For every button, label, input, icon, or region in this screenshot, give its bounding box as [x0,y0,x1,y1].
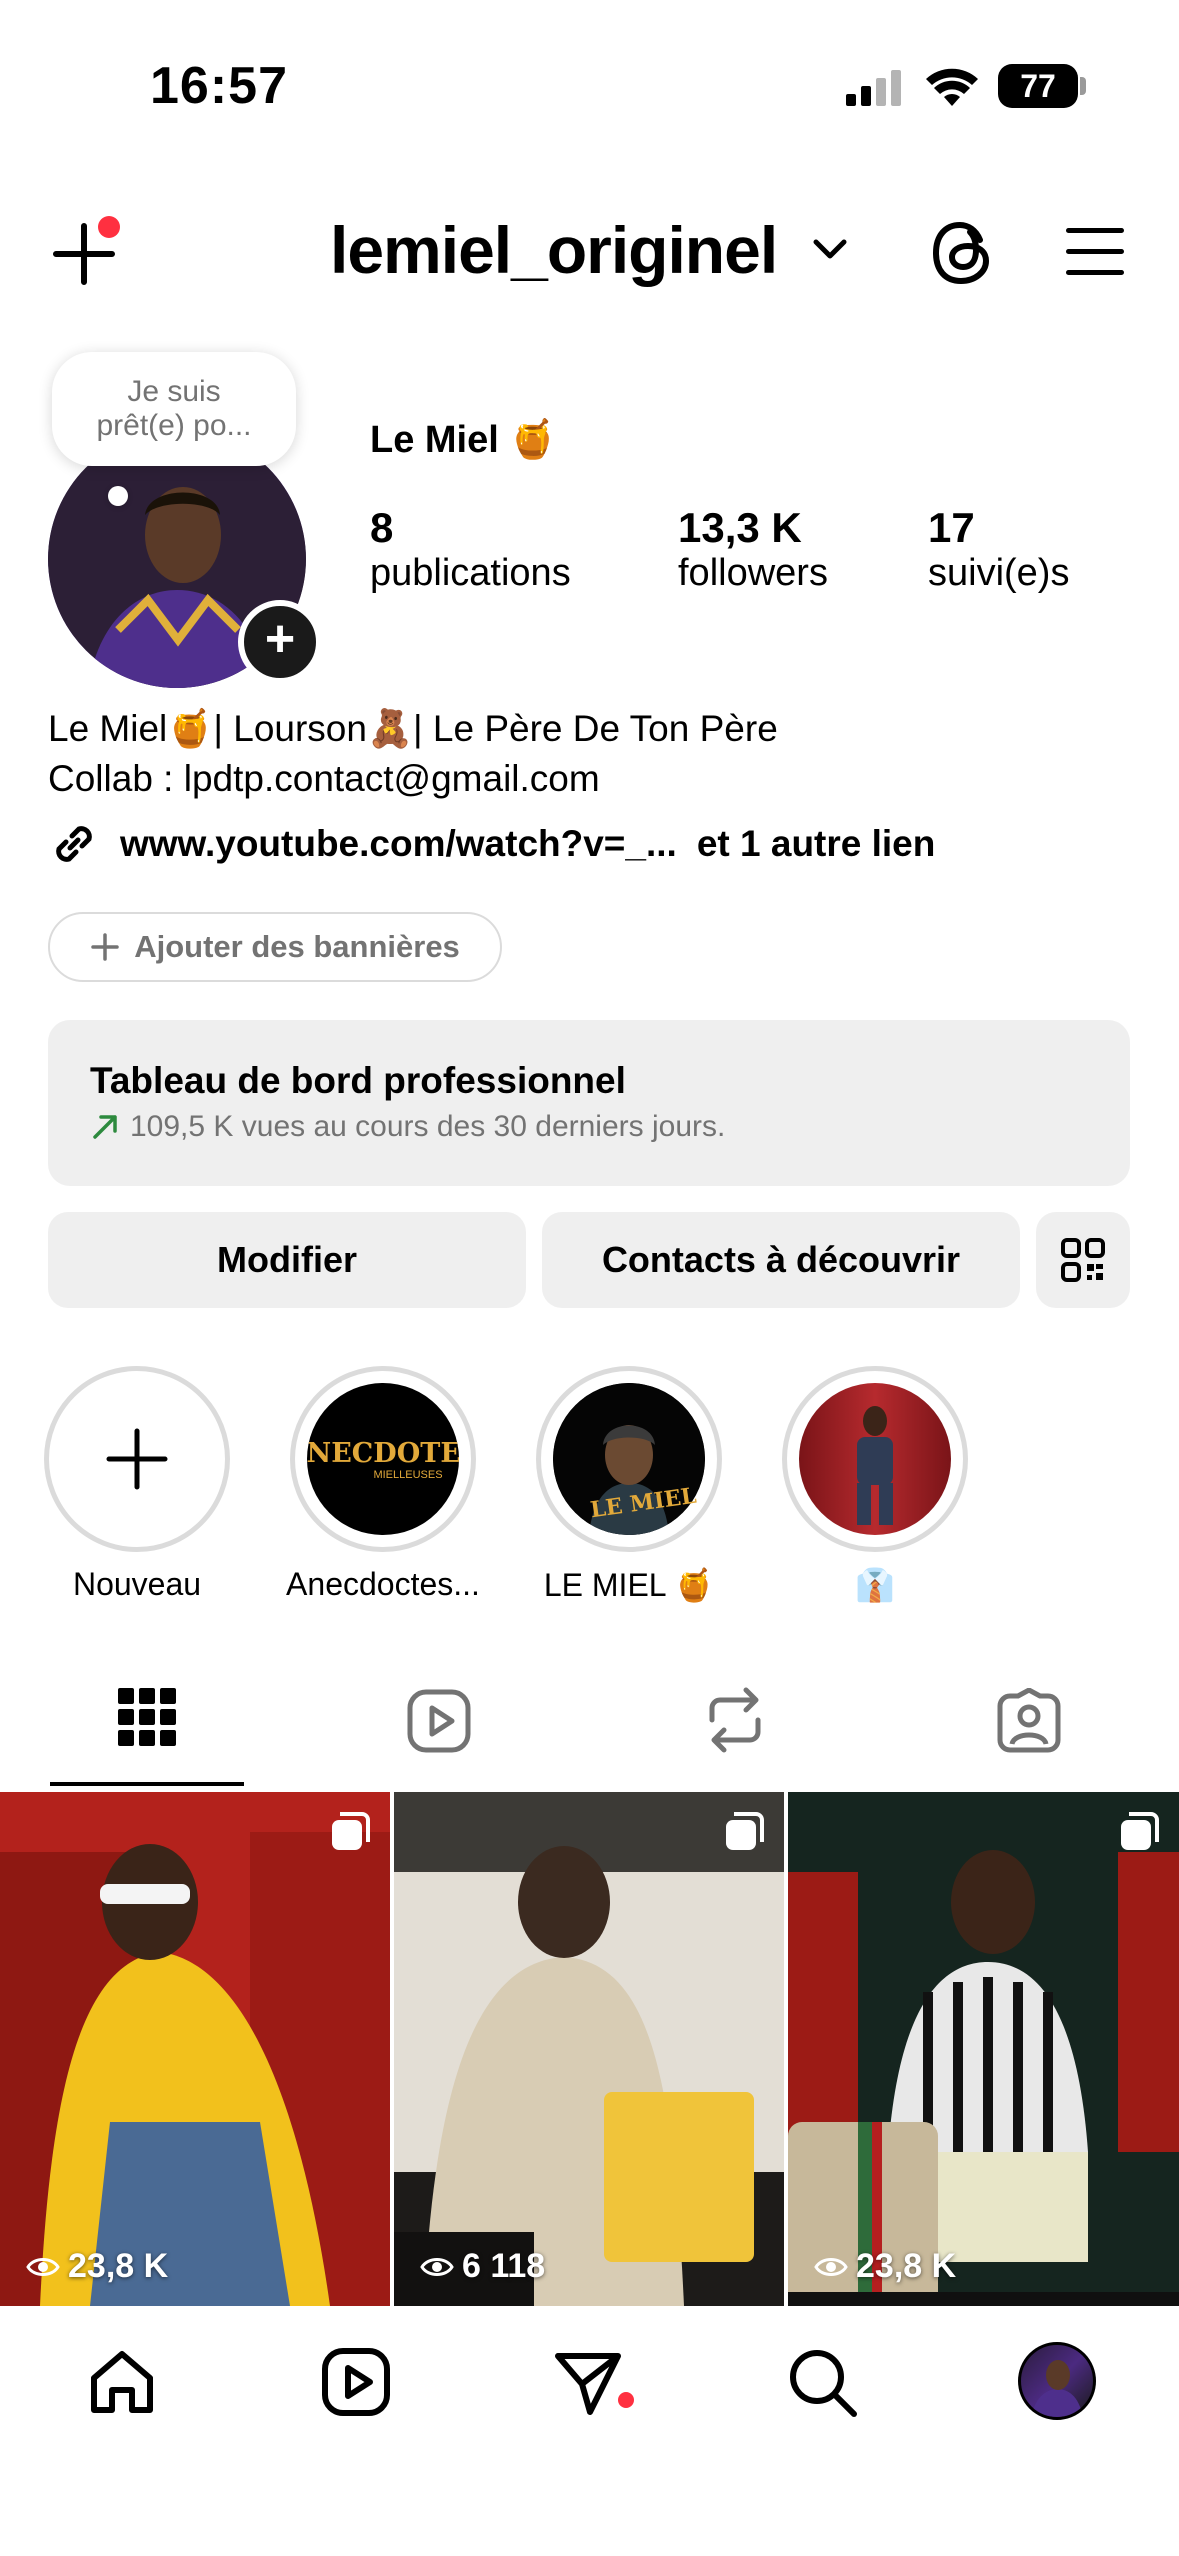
add-story-button[interactable]: + [238,600,322,684]
reels-icon [406,1688,472,1754]
highlight-cover-text: ANECDOTES [307,1437,459,1469]
dashboard-title: Tableau de bord professionnel [90,1060,626,1101]
carousel-icon [330,1812,370,1852]
highlight-outfit[interactable] [782,1366,968,1552]
note-bubble-tail [108,486,128,506]
stat-value: 8 [370,504,394,551]
eye-icon [26,2254,60,2280]
dashboard-subtitle: 109,5 K vues au cours des 30 derniers jo… [130,1110,726,1143]
reels-icon [320,2346,392,2418]
tab-reposts[interactable] [704,1686,766,1754]
active-tab-indicator [50,1782,244,1786]
highlight-anecdotes[interactable]: ANECDOTES MIELLEUSES [290,1366,476,1552]
discover-contacts-button[interactable]: Contacts à découvrir [542,1212,1020,1308]
stat-publications[interactable]: 8 publications [370,504,571,595]
tab-grid[interactable] [118,1688,176,1746]
views-count: 6 118 [462,2247,546,2285]
edit-profile-button[interactable]: Modifier [48,1212,526,1308]
stat-value: 13,3 K [678,504,802,551]
chevron-down-icon[interactable] [812,238,848,262]
threads-icon[interactable] [930,218,996,288]
stat-following[interactable]: 17 suivi(e)s [928,504,1069,595]
note-line-1: Je suis [127,375,221,408]
link-more: et 1 autre lien [696,823,936,864]
highlight-label: Nouveau [72,1566,202,1602]
nav-home[interactable] [86,2346,158,2418]
home-icon [86,2346,158,2418]
grid-icon [118,1688,176,1746]
account-switcher[interactable]: lemiel_originel [330,212,778,288]
views-count: 23,8 K [68,2247,169,2285]
username: lemiel_originel [330,213,778,287]
nav-profile-avatar[interactable] [1018,2342,1096,2420]
stat-label: followers [678,552,828,594]
add-banners-label: Ajouter des bannières [134,929,460,964]
battery-tip [1080,77,1086,95]
post-tile[interactable]: 6 118 [394,1792,784,2306]
wifi-icon [924,66,980,108]
send-icon [552,2346,624,2418]
nav-search[interactable] [786,2346,858,2418]
post-tile[interactable]: 23,8 K [788,1792,1179,2306]
highlight-new[interactable] [44,1366,230,1552]
battery-indicator: 77 [998,64,1078,108]
cellular-signal-icon [846,70,902,106]
nav-messages[interactable] [552,2346,624,2418]
qr-code-icon [1059,1236,1107,1284]
tab-reels[interactable] [406,1688,472,1754]
eye-icon [814,2254,848,2280]
link-icon [48,818,100,870]
stat-label: publications [370,552,571,594]
tagged-person-icon [996,1688,1062,1754]
post-views: 6 118 [420,2247,545,2286]
post-tile[interactable]: 23,8 K [0,1792,390,2306]
carousel-icon [724,1812,764,1852]
status-time: 16:57 [150,57,288,115]
plus-icon [90,932,120,962]
bottom-navigation [0,2306,1179,2556]
views-count: 23,8 K [856,2247,957,2285]
add-banners-button[interactable]: Ajouter des bannières [48,912,502,982]
trend-up-icon [90,1112,120,1142]
plus-icon [105,1427,169,1491]
bio-line-1: Le Miel🍯| Lourson🧸| Le Père De Ton Père [48,708,778,749]
nav-reels[interactable] [320,2346,392,2418]
professional-dashboard[interactable]: Tableau de bord professionnel 109,5 K vu… [48,1020,1130,1186]
highlight-label: 👔 [855,1567,895,1603]
note-bubble[interactable]: Je suis prêt(e) po... [52,352,296,466]
menu-hamburger-icon[interactable] [1064,226,1126,278]
post-views: 23,8 K [26,2247,168,2286]
eye-icon [420,2254,454,2280]
stat-value: 17 [928,504,975,551]
notification-dot [98,216,120,238]
display-name: Le Miel 🍯 [370,419,557,461]
tab-tagged[interactable] [996,1688,1062,1754]
link-url: www.youtube.com/watch?v=_... [120,823,677,864]
highlight-le-miel[interactable] [536,1366,722,1552]
messages-notification-dot [618,2392,634,2408]
qr-code-button[interactable] [1036,1212,1130,1308]
stat-followers[interactable]: 13,3 K followers [678,504,828,595]
profile-link[interactable]: www.youtube.com/watch?v=_... et 1 autre … [48,818,935,870]
carousel-icon [1119,1812,1159,1852]
bio-line-2[interactable]: Collab : lpdtp.contact@gmail.com [48,758,600,800]
search-icon [786,2346,858,2418]
repost-icon [704,1686,766,1754]
stat-label: suivi(e)s [928,552,1070,594]
highlight-label: LE MIEL 🍯 [543,1567,715,1603]
post-views: 23,8 K [814,2247,956,2286]
highlight-cover-subtext: MIELLEUSES [373,1468,443,1481]
highlight-label: Anecdoctes... [286,1566,480,1602]
note-line-2: prêt(e) po... [96,409,252,442]
